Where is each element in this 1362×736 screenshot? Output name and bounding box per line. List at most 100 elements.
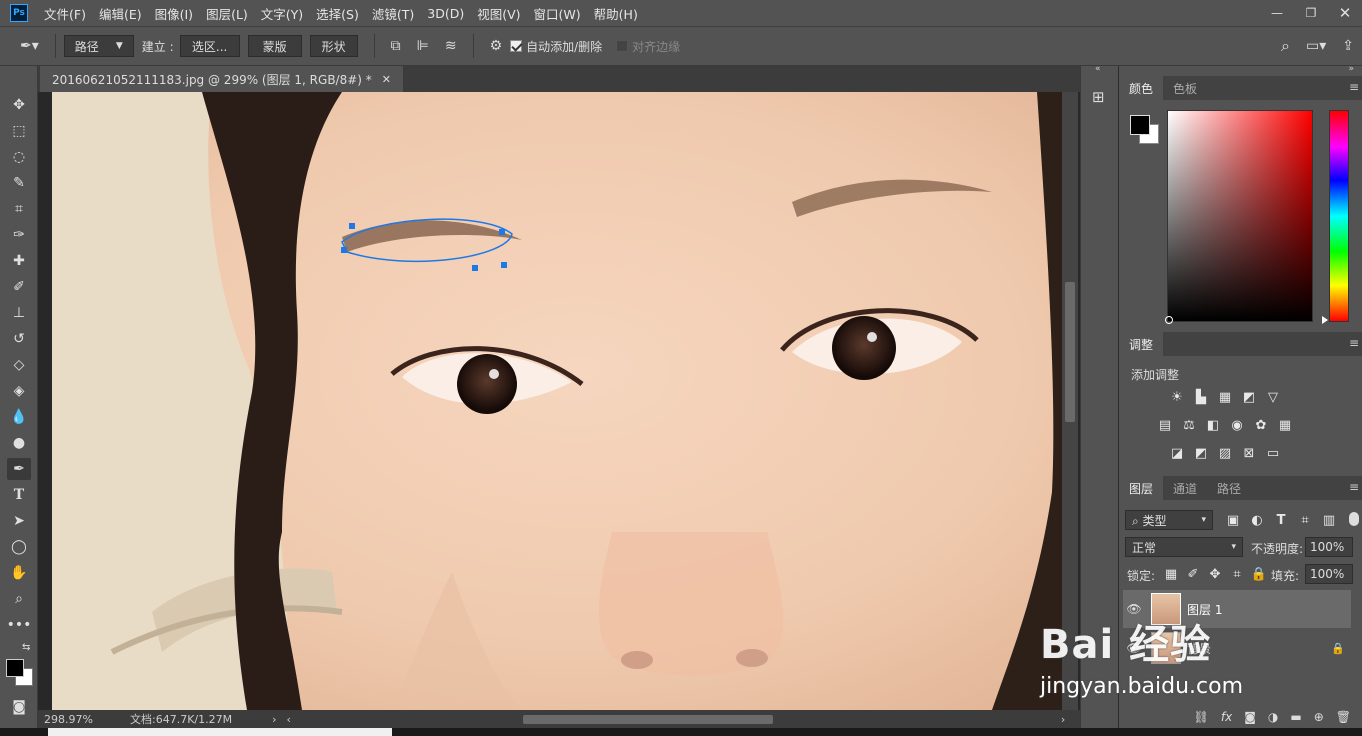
blur-tool-icon[interactable]: 💧: [7, 406, 31, 428]
quick-mask-icon[interactable]: ◙: [7, 696, 31, 718]
hue-slider[interactable]: [1329, 110, 1349, 322]
opacity-input[interactable]: 100%: [1305, 537, 1353, 557]
tab-paths[interactable]: 路径: [1207, 476, 1251, 500]
paint-bucket-tool-icon[interactable]: ◈: [7, 380, 31, 402]
levels-icon[interactable]: ▙: [1193, 390, 1209, 405]
menu-layer[interactable]: 图层(L): [206, 4, 248, 23]
hand-tool-icon[interactable]: ✋: [7, 562, 31, 584]
tab-color[interactable]: 颜色: [1119, 76, 1164, 100]
make-shape-button[interactable]: 形状: [309, 35, 358, 57]
threshold-icon[interactable]: ▨: [1217, 446, 1233, 461]
quick-selection-tool-icon[interactable]: ✎: [7, 172, 31, 194]
layer-style-icon[interactable]: fx: [1221, 710, 1232, 724]
menu-help[interactable]: 帮助(H): [594, 4, 638, 23]
color-balance-icon[interactable]: ⚖: [1181, 418, 1197, 433]
make-selection-button[interactable]: 选区...: [179, 35, 240, 57]
restore-icon[interactable]: ❐: [1294, 0, 1328, 26]
search-icon[interactable]: ⌕: [1281, 36, 1290, 56]
zoom-tool-icon[interactable]: ⌕: [7, 588, 31, 610]
brush-tool-icon[interactable]: ✐: [7, 276, 31, 298]
zoom-level[interactable]: 298.97%: [44, 713, 124, 726]
canvas-image[interactable]: [52, 92, 1062, 710]
vertical-scroll-thumb[interactable]: [1065, 282, 1075, 422]
hue-saturation-icon[interactable]: ▤: [1157, 418, 1173, 433]
vibrance-icon[interactable]: ▽: [1265, 390, 1281, 405]
layer-filter-select[interactable]: ⌕ 类型 ▾: [1125, 510, 1213, 530]
lock-all-icon[interactable]: 🔒: [1251, 567, 1267, 582]
horizontal-scrollbar[interactable]: [295, 713, 1055, 725]
filter-adjustment-icon[interactable]: ◐: [1249, 513, 1265, 528]
panel-menu-icon[interactable]: ≡: [1349, 480, 1359, 494]
path-selection-tool-icon[interactable]: ➤: [7, 510, 31, 532]
filter-toggle-icon[interactable]: [1349, 512, 1359, 526]
dodge-tool-icon[interactable]: ●: [7, 432, 31, 454]
menu-window[interactable]: 窗口(W): [534, 4, 581, 23]
clone-stamp-tool-icon[interactable]: ⊥: [7, 302, 31, 324]
tab-swatches[interactable]: 色板: [1163, 76, 1207, 100]
link-layers-icon[interactable]: ⛓: [1194, 710, 1209, 724]
share-icon[interactable]: ⇪: [1342, 38, 1354, 54]
menu-3d[interactable]: 3D(D): [427, 6, 464, 21]
align-edges-checkbox[interactable]: [616, 40, 629, 52]
filter-pixel-icon[interactable]: ▣: [1225, 513, 1241, 528]
color-lookup-icon[interactable]: ▦: [1277, 418, 1293, 433]
foreground-color-swatch[interactable]: [6, 659, 24, 677]
filter-smart-object-icon[interactable]: ▥: [1321, 513, 1337, 528]
lock-image-icon[interactable]: ✐: [1185, 567, 1201, 582]
horizontal-scroll-thumb[interactable]: [522, 715, 773, 724]
menu-image[interactable]: 图像(I): [155, 4, 193, 23]
more-tools-icon[interactable]: •••: [7, 614, 32, 636]
pen-tool-preset-icon[interactable]: ✒▾: [20, 38, 39, 54]
new-group-icon[interactable]: ▬: [1290, 710, 1301, 724]
scroll-right-icon[interactable]: ›: [1061, 713, 1065, 726]
menu-select[interactable]: 选择(S): [316, 4, 359, 23]
lock-transparent-icon[interactable]: ▦: [1163, 567, 1179, 582]
scroll-left-icon[interactable]: ‹: [287, 713, 291, 726]
marquee-tool-icon[interactable]: ⬚: [7, 120, 31, 142]
tab-adjustments[interactable]: 调整: [1119, 332, 1164, 356]
menu-view[interactable]: 视图(V): [477, 4, 520, 23]
document-tab[interactable]: 20160621052111183.jpg @ 299% (图层 1, RGB/…: [40, 66, 404, 92]
filter-type-icon[interactable]: T: [1273, 513, 1289, 528]
blend-mode-select[interactable]: 正常 ▾: [1125, 537, 1243, 557]
expand-panels-icon[interactable]: »: [1348, 64, 1354, 74]
gradient-map-icon[interactable]: ▭: [1265, 446, 1281, 461]
fill-input[interactable]: 100%: [1305, 564, 1353, 584]
new-adjustment-layer-icon[interactable]: ◑: [1268, 710, 1278, 724]
curves-icon[interactable]: ▦: [1217, 390, 1233, 405]
ellipse-tool-icon[interactable]: ◯: [7, 536, 31, 558]
filter-shape-icon[interactable]: ⌗: [1297, 513, 1313, 528]
auto-add-delete-checkbox[interactable]: [510, 40, 523, 52]
tab-channels[interactable]: 通道: [1163, 476, 1207, 500]
posterize-icon[interactable]: ◩: [1193, 446, 1209, 461]
eraser-tool-icon[interactable]: ◇: [7, 354, 31, 376]
color-field[interactable]: [1167, 110, 1313, 322]
tab-layers[interactable]: 图层: [1119, 476, 1164, 500]
pen-tool-icon[interactable]: ✒: [7, 458, 31, 480]
path-arrangement-icon[interactable]: ≋: [445, 38, 457, 54]
eyedropper-tool-icon[interactable]: ✑: [7, 224, 31, 246]
gear-icon[interactable]: ⚙: [490, 38, 503, 54]
swap-colors-icon[interactable]: ⇆: [22, 642, 30, 653]
delete-layer-icon[interactable]: 🗑: [1336, 710, 1351, 724]
close-icon[interactable]: ✕: [1328, 0, 1362, 26]
path-alignment-icon[interactable]: ⊫: [417, 38, 429, 54]
lasso-tool-icon[interactable]: ◌: [7, 146, 31, 168]
pen-mode-select[interactable]: 路径 ▼: [63, 35, 134, 57]
menu-file[interactable]: 文件(F): [44, 4, 86, 23]
exposure-icon[interactable]: ◩: [1241, 390, 1257, 405]
photo-filter-icon[interactable]: ◉: [1229, 418, 1245, 433]
chevron-right-icon[interactable]: ›: [272, 713, 276, 726]
lock-artboard-icon[interactable]: ⌗: [1229, 567, 1245, 582]
menu-edit[interactable]: 编辑(E): [99, 4, 142, 23]
add-mask-icon[interactable]: ◙: [1244, 710, 1256, 724]
make-mask-button[interactable]: 蒙版: [247, 35, 302, 57]
minimize-icon[interactable]: —: [1260, 0, 1294, 26]
type-tool-icon[interactable]: T: [7, 484, 31, 506]
panel-menu-icon[interactable]: ≡: [1349, 336, 1359, 350]
lock-position-icon[interactable]: ✥: [1207, 567, 1223, 582]
panel-menu-icon[interactable]: ≡: [1349, 80, 1359, 94]
new-layer-icon[interactable]: ⊕: [1314, 710, 1324, 724]
panel-fg-swatch[interactable]: [1130, 115, 1150, 135]
channel-mixer-icon[interactable]: ✿: [1253, 418, 1269, 433]
